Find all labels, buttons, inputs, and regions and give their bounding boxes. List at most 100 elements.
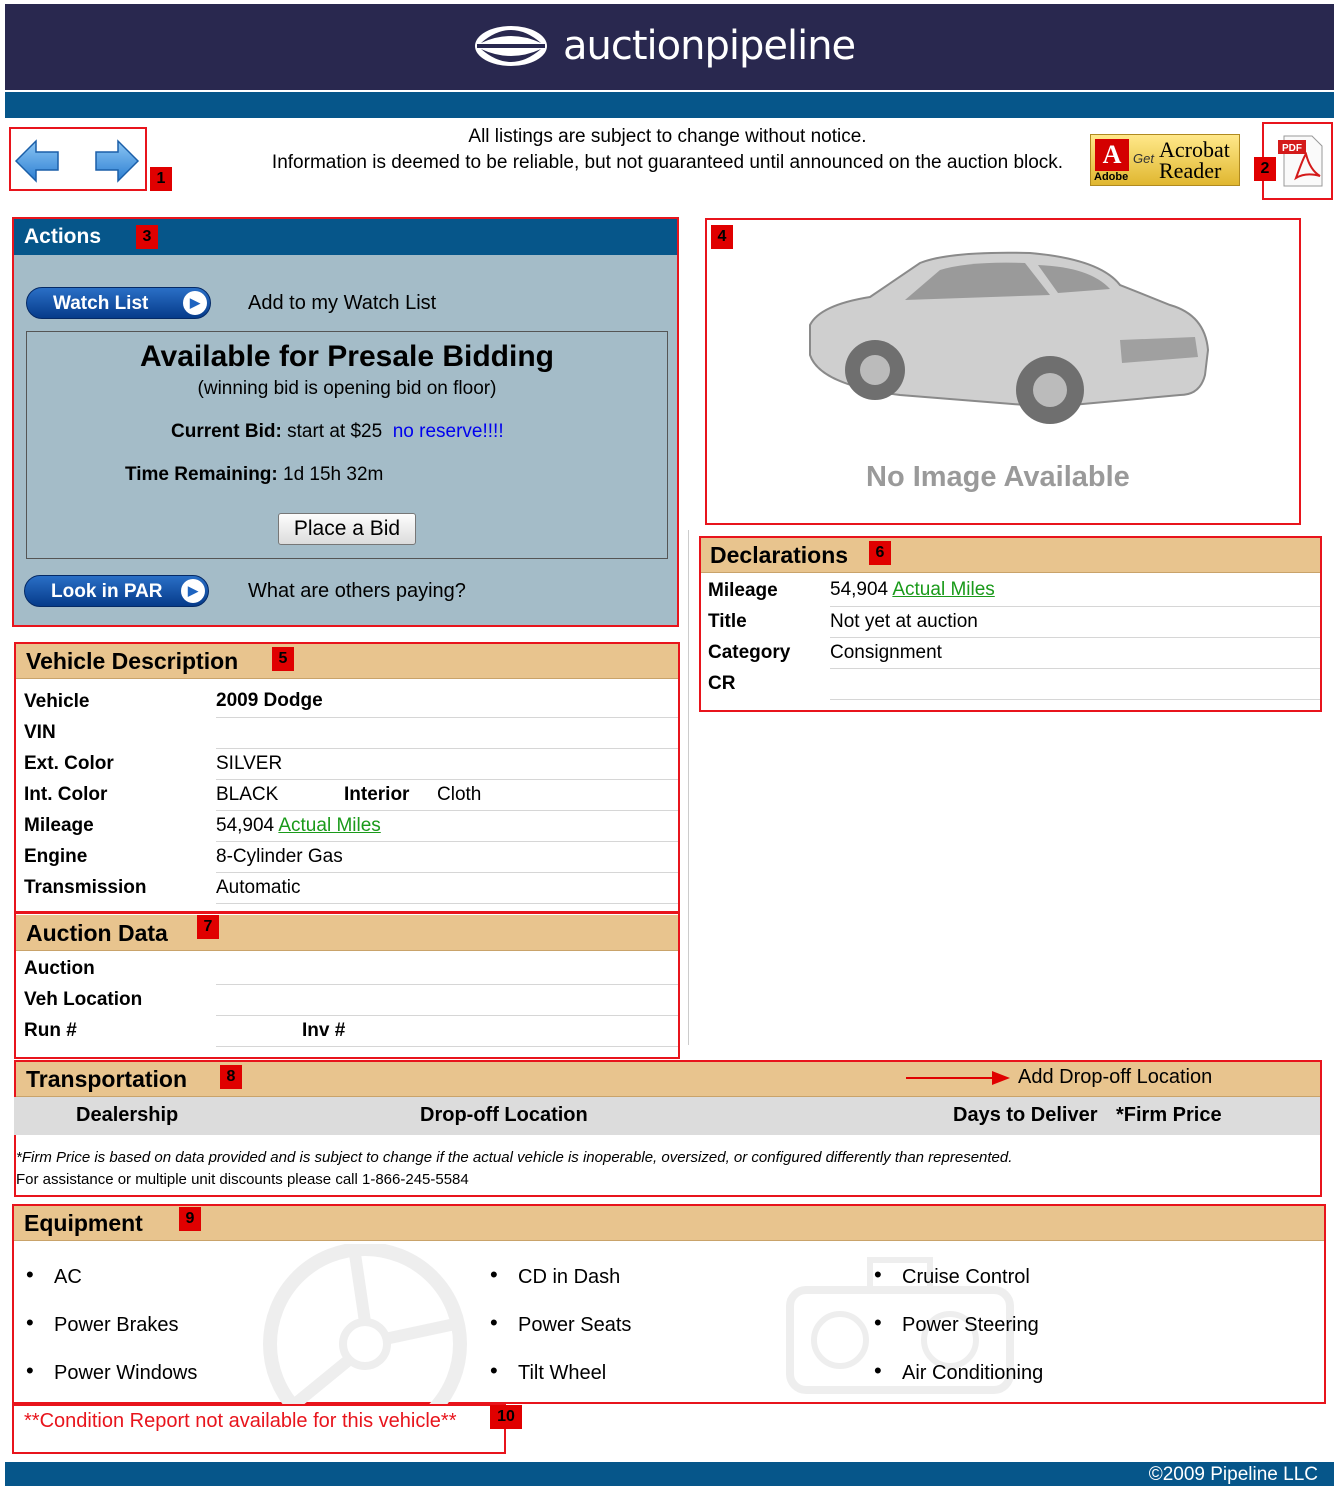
table-row: VIN — [16, 717, 678, 749]
auction-value — [216, 953, 678, 985]
vehicle-value: Automatic — [216, 872, 678, 904]
auction-key: Auction — [24, 957, 95, 979]
table-row: Run # Inv # — [16, 1015, 678, 1047]
presale-title: Available for Presale Bidding — [139, 340, 554, 373]
watch-list-button[interactable]: Watch List ▶ — [26, 287, 211, 319]
list-item: CD in Dash — [480, 1262, 631, 1314]
table-row: Category Consignment — [700, 637, 1320, 669]
listing-notice: All listings are subject to change witho… — [250, 124, 1085, 176]
actual-miles-link[interactable]: Actual Miles — [892, 579, 994, 600]
pipeline-logo-icon — [475, 26, 547, 66]
equipment-column-1: AC Power Brakes Power Windows — [16, 1262, 197, 1410]
table-row: Int. Color BLACK Interior Cloth — [16, 779, 678, 811]
table-row: Transmission Automatic — [16, 872, 678, 904]
pdf-text: PDF — [1282, 143, 1302, 154]
brand-name: auctionpipeline — [563, 23, 856, 69]
list-item: AC — [16, 1262, 197, 1314]
copyright-text: ©2009 Pipeline LLC — [1148, 1464, 1318, 1485]
assistance-note: For assistance or multiple unit discount… — [16, 1171, 469, 1188]
list-item: Power Brakes — [16, 1310, 197, 1362]
site-footer: ©2009 Pipeline LLC — [5, 1462, 1334, 1486]
look-in-par-button-label: Look in PAR — [51, 581, 163, 602]
decl-value: Consignment — [830, 637, 1320, 669]
auction-data-table: Auction Veh Location Run # Inv # — [16, 953, 678, 1047]
pdf-icon[interactable]: PDF — [1276, 134, 1326, 188]
transportation-columns: Dealership Drop-off Location Days to Del… — [14, 1097, 1320, 1135]
inv-label: Inv # — [302, 1019, 346, 1041]
marker-8: 8 — [220, 1065, 242, 1089]
list-item: Air Conditioning — [864, 1358, 1043, 1410]
list-item: Power Seats — [480, 1310, 631, 1362]
interior-label: Interior — [344, 783, 410, 805]
equipment-box — [12, 1204, 1326, 1404]
mileage-value: 54,904 — [216, 814, 275, 836]
forward-arrow-icon[interactable] — [94, 138, 140, 184]
interior-value: Cloth — [437, 783, 482, 805]
decl-mileage-value: 54,904 — [830, 579, 889, 601]
col-firm-price: *Firm Price — [1116, 1104, 1222, 1126]
decl-key: CR — [708, 672, 736, 694]
col-days-to-deliver: Days to Deliver — [953, 1104, 1098, 1126]
marker-1: 1 — [150, 167, 172, 191]
vehicle-value: 54,904 Actual Miles — [216, 810, 678, 842]
watch-list-caption: Add to my Watch List — [248, 292, 437, 314]
list-item: Power Windows — [16, 1358, 197, 1410]
no-reserve-text: no reserve!!!! — [392, 421, 504, 442]
auction-value — [216, 984, 678, 1016]
col-dropoff-location: Drop-off Location — [420, 1104, 588, 1126]
site-header: auctionpipeline — [5, 4, 1334, 90]
col-dealership: Dealership — [76, 1104, 179, 1126]
car-silhouette-icon — [809, 251, 1210, 424]
get-acrobat-reader-badge[interactable]: A Adobe Get Acrobat Reader — [1090, 134, 1240, 186]
watch-list-button-label: Watch List — [53, 293, 149, 314]
play-arrow-icon: ▶ — [181, 579, 205, 603]
time-remaining-label: Time Remaining: — [125, 464, 278, 485]
table-row: Vehicle 2009 Dodge — [16, 686, 678, 718]
marker-2: 2 — [1254, 157, 1276, 181]
arrow-right-icon — [906, 1071, 1010, 1085]
table-row: Ext. Color SILVER — [16, 748, 678, 780]
auction-key: Run # — [24, 1019, 77, 1041]
vehicle-value: BLACK Interior Cloth — [216, 779, 678, 811]
get-label: Get — [1133, 151, 1154, 166]
vehicle-key: VIN — [24, 721, 56, 743]
auction-key: Veh Location — [24, 988, 143, 1010]
vehicle-key: Ext. Color — [24, 752, 114, 774]
decl-key: Category — [708, 641, 791, 663]
firm-price-note: *Firm Price is based on data provided an… — [16, 1149, 1013, 1166]
column-divider — [688, 530, 689, 1045]
place-bid-button[interactable]: Place a Bid — [278, 513, 416, 545]
actual-miles-link[interactable]: Actual Miles — [278, 815, 380, 836]
table-row: CR — [700, 668, 1320, 700]
vehicle-value: SILVER — [216, 748, 678, 780]
condition-report-text: **Condition Report not available for thi… — [24, 1410, 457, 1432]
auction-value: Inv # — [216, 1015, 678, 1047]
wheel-watermark-icon — [263, 1244, 467, 1404]
int-color-value: BLACK — [216, 783, 279, 805]
add-dropoff-link[interactable]: Add Drop-off Location — [1018, 1066, 1212, 1089]
decl-key: Mileage — [708, 579, 778, 601]
adobe-a-icon: A — [1095, 139, 1129, 171]
equipment-column-3: Cruise Control Power Steering Air Condit… — [864, 1262, 1043, 1410]
list-item: Cruise Control — [864, 1262, 1043, 1314]
marker-3: 3 — [136, 225, 158, 249]
vehicle-value — [216, 717, 678, 749]
equipment-column-2: CD in Dash Power Seats Tilt Wheel — [480, 1262, 631, 1410]
notice-line-2: Information is deemed to be reliable, bu… — [271, 152, 1064, 173]
reader-label: Reader — [1159, 158, 1222, 183]
vehicle-description-table: Vehicle 2009 Dodge VIN Ext. Color SILVER I… — [16, 686, 678, 904]
brand-logo[interactable]: auctionpipeline — [471, 18, 856, 74]
back-arrow-icon[interactable] — [14, 138, 60, 184]
marker-4: 4 — [711, 225, 733, 249]
no-image-text: No Image Available — [866, 461, 1130, 493]
table-row: Mileage 54,904 Actual Miles — [700, 575, 1320, 607]
current-bid-value: start at $25 — [287, 421, 383, 442]
current-bid-label: Current Bid: — [171, 421, 282, 442]
marker-9: 9 — [179, 1207, 201, 1231]
list-item: Power Steering — [864, 1310, 1043, 1362]
header-subbar — [5, 92, 1334, 118]
table-row: Mileage 54,904 Actual Miles — [16, 810, 678, 842]
decl-value: 54,904 Actual Miles — [830, 575, 1320, 607]
look-in-par-button[interactable]: Look in PAR ▶ — [24, 575, 209, 607]
current-bid: Current Bid: start at $25 no reserve!!!! — [171, 421, 504, 443]
